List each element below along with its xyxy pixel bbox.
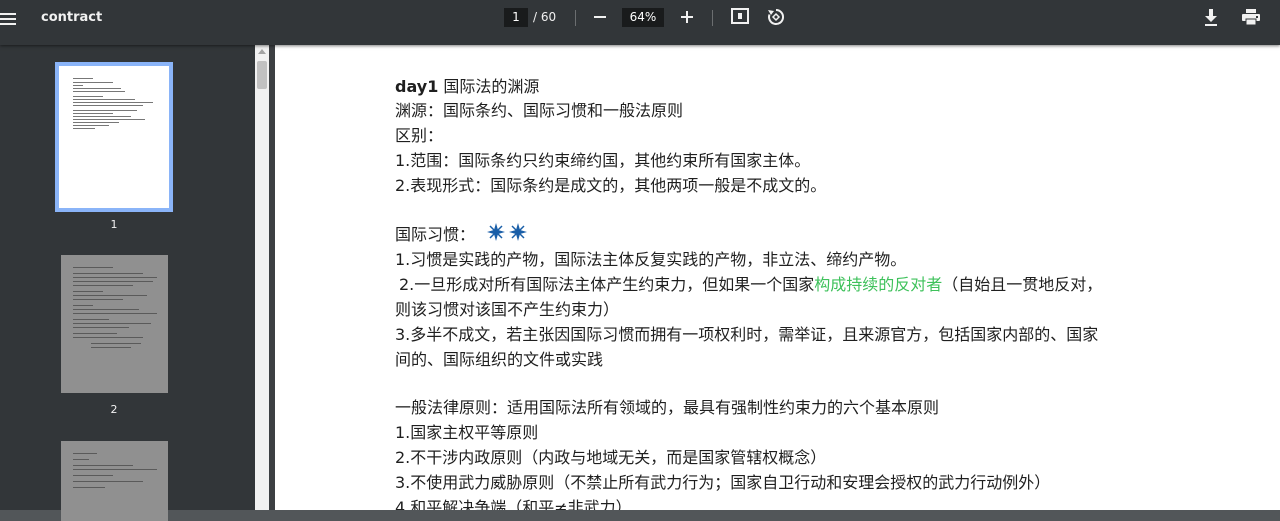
heading-title: 国际法的渊源 — [438, 77, 540, 96]
text-line: 1.国家主权平等原则 — [395, 423, 539, 442]
menu-icon[interactable] — [0, 10, 18, 28]
text-line: 区别： — [395, 126, 444, 145]
zoom-in-icon[interactable] — [677, 6, 697, 26]
page-number-input[interactable]: 1 — [504, 8, 528, 27]
text-line: 渊源：国际条约、国际习惯和一般法原则 — [395, 101, 684, 120]
total-pages: 60 — [540, 10, 557, 24]
print-icon[interactable] — [1241, 8, 1261, 26]
text-line: 3.多半不成文，若主张因国际习惯而拥有一项权利时，需举证，且来源官方，包括国家内… — [395, 325, 1099, 344]
text-line: 1.范围：国际条约只约束缔约国，其他约束所有国家主体。 — [395, 151, 811, 170]
text-line: 2.一旦形成对所有国际法主体产生约束力，但如果一个国家构成持续的反对者（自始且一… — [399, 271, 1102, 295]
rotate-icon[interactable] — [766, 7, 786, 27]
section-heading-text: 国际习惯： — [395, 225, 476, 244]
page-thumbnail-1[interactable] — [55, 62, 173, 212]
toolbar-divider — [575, 10, 576, 26]
thumbnail-label: 1 — [110, 218, 118, 231]
heading-day-label: day1 — [395, 77, 439, 96]
zoom-level-input[interactable]: 64% — [622, 8, 664, 27]
text-line: 2.不干涉内政原则（内政与地域无关，而是国家管辖权概念） — [395, 448, 827, 467]
zoom-out-icon[interactable] — [590, 6, 610, 26]
text-line: 一般法律原则：适用国际法所有领域的，最具有强制性约束力的六个基本原则 — [395, 398, 940, 417]
page-thumbnail-3[interactable] — [61, 441, 168, 521]
text-line: 间的、国际组织的文件或实践 — [395, 350, 604, 369]
text-line: 2.表现形式：国际条约是成文的，其他两项一般是不成文的。 — [395, 176, 827, 195]
fit-page-icon[interactable] — [731, 8, 749, 24]
sidebar-scrollbar[interactable] — [255, 45, 269, 510]
text-segment: 2.一旦形成对所有国际法主体产生约束力，但如果一个国家 — [399, 275, 815, 294]
document-heading: day1 国际法的渊源 — [395, 73, 539, 97]
document-title: contract — [41, 10, 103, 25]
text-line: 则该习惯对该国不产生约束力） — [395, 300, 620, 319]
document-page: day1 国际法的渊源 渊源：国际条约、国际习惯和一般法原则 区别： 1.范围：… — [275, 45, 1280, 510]
text-line: 4.和平解决争端（和平≠非武力） — [395, 498, 632, 510]
highlighted-text: 构成持续的反对者 — [814, 275, 943, 294]
sparkle-icon — [486, 222, 528, 246]
text-line: 3.不使用武力威胁原则（不禁止所有武力行为；国家自卫行动和安理会授权的武力行动例… — [395, 473, 1051, 492]
page-thumbnail-2[interactable] — [61, 255, 168, 393]
thumbnail-label: 2 — [110, 403, 118, 416]
page-separator: / — [533, 10, 538, 24]
scrollbar-thumb[interactable] — [257, 61, 267, 89]
section-heading: 国际习惯： — [395, 221, 528, 246]
text-segment: （自始且一贯地反对， — [942, 275, 1103, 294]
scroll-up-arrow-icon[interactable] — [258, 49, 266, 54]
text-line: 1.习惯是实践的产物，国际法主体反复实践的产物，非立法、缔约产物。 — [395, 250, 907, 269]
pdf-toolbar: contract 1 / 60 64% — [0, 0, 1280, 45]
page-count: / 60 — [533, 10, 556, 24]
toolbar-divider — [712, 10, 713, 26]
thumbnail-sidebar: 1 2 — [0, 45, 255, 521]
download-icon[interactable] — [1202, 7, 1220, 27]
